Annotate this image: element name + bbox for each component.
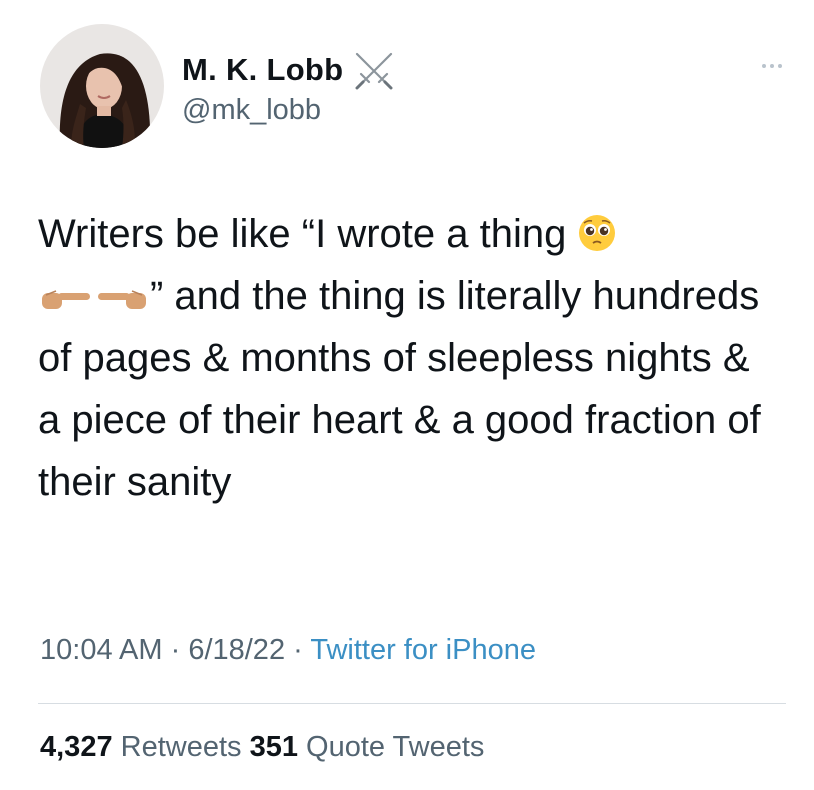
tweet-card: M. K. Lobb @mk_lobb Writers be like “I w… xyxy=(0,0,814,790)
avatar[interactable] xyxy=(40,24,164,148)
pleading-face-icon xyxy=(577,213,617,253)
retweets-label: Retweets xyxy=(112,731,250,763)
crossed-swords-icon xyxy=(351,50,397,90)
tweet-metadata: 10:04 AM · 6/18/22 · Twitter for iPhone xyxy=(40,634,536,667)
retweets-stat[interactable]: 4,327 Retweets xyxy=(40,731,250,763)
pointing-left-icon xyxy=(94,283,150,315)
tweet-text: Writers be like “I wrote a thing ” and t… xyxy=(38,203,778,513)
author-name-row[interactable]: M. K. Lobb xyxy=(182,50,397,90)
quote-tweets-label: Quote Tweets xyxy=(297,731,485,763)
tweet-stats: 4,327 Retweets 351 Quote Tweets xyxy=(40,731,484,764)
retweets-count: 4,327 xyxy=(40,731,113,763)
tweet-source-link[interactable]: Twitter for iPhone xyxy=(310,634,536,666)
pointing-right-icon xyxy=(38,283,94,315)
more-options-icon[interactable] xyxy=(752,56,792,76)
quote-tweets-stat[interactable]: 351 Quote Tweets xyxy=(250,731,485,763)
tweet-time[interactable]: 10:04 AM xyxy=(40,634,163,666)
display-name[interactable]: M. K. Lobb xyxy=(182,52,343,88)
user-handle[interactable]: @mk_lobb xyxy=(182,94,321,127)
meta-separator: · xyxy=(162,634,189,666)
tweet-date[interactable]: 6/18/22 xyxy=(188,634,285,666)
meta-separator: · xyxy=(285,634,311,666)
divider xyxy=(38,703,786,704)
quote-tweets-count: 351 xyxy=(249,731,298,763)
tweet-text-part1: Writers be like “I wrote a thing xyxy=(38,212,578,256)
